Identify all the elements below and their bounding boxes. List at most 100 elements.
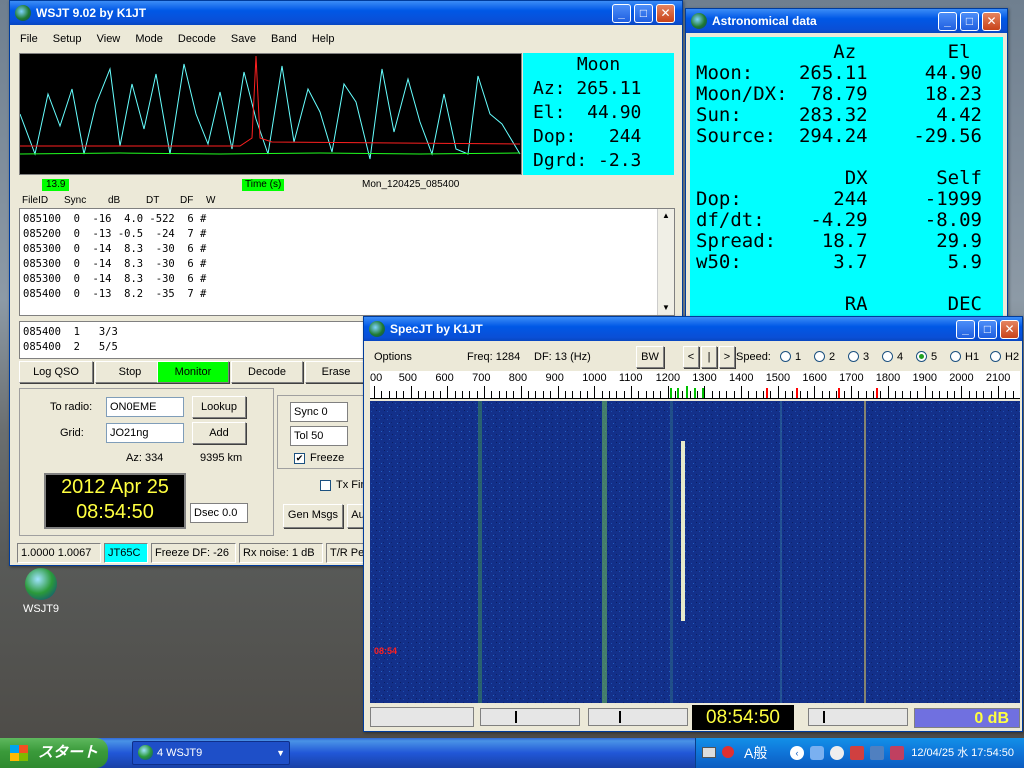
close-button[interactable]: ✕ — [1000, 320, 1019, 339]
menu-setup[interactable]: Setup — [53, 33, 82, 45]
menu-band[interactable]: Band — [271, 33, 297, 45]
scroll-up-icon[interactable]: ▲ — [658, 209, 674, 223]
start-button[interactable]: スタート — [0, 738, 108, 768]
status-rx-noise: Rx noise: 1 dB — [239, 543, 323, 563]
scale-tick — [374, 386, 375, 398]
status-ratio: 1.0000 1.0067 — [17, 543, 101, 563]
slider-thumb[interactable] — [823, 711, 825, 723]
add-button[interactable]: Add — [192, 422, 246, 444]
scale-tick — [917, 391, 919, 398]
menu-save[interactable]: Save — [231, 33, 256, 45]
scale-tick — [520, 386, 522, 398]
log-qso-button[interactable]: Log QSO — [19, 361, 93, 383]
scale-marker — [677, 388, 679, 398]
nav-left-button[interactable]: < — [683, 346, 699, 368]
menu-file[interactable]: File — [20, 33, 38, 45]
erase-button[interactable]: Erase — [305, 361, 367, 383]
scale-tick — [396, 391, 398, 398]
scale-tick — [696, 391, 698, 398]
scale-tick — [572, 391, 574, 398]
waterfall-display[interactable]: 08:54 — [370, 401, 1020, 703]
scale-tick — [454, 391, 456, 398]
scale-tick — [895, 391, 897, 398]
slider-thumb[interactable] — [515, 711, 517, 723]
close-button[interactable]: ✕ — [656, 4, 675, 23]
freeze-checkbox[interactable]: ✔ — [294, 453, 305, 464]
maximize-button[interactable]: □ — [978, 320, 997, 339]
minimize-button[interactable]: _ — [956, 320, 975, 339]
speed-radio-h1[interactable] — [950, 351, 961, 362]
scale-tick — [674, 391, 676, 398]
speed-radio-4[interactable] — [882, 351, 893, 362]
ime-icon[interactable] — [722, 746, 734, 758]
menu-view[interactable]: View — [97, 33, 121, 45]
spec-slider-2[interactable] — [588, 708, 688, 726]
scale-label: 800 — [508, 372, 528, 384]
minimize-button[interactable]: _ — [938, 12, 957, 31]
decode-row: 085300 0 -14 8.3 -30 6 # — [23, 273, 207, 285]
waterfall-time-marker: 08:54 — [374, 646, 398, 656]
taskbar-task-wsjt9[interactable]: 4 WSJT9 ▼ — [132, 741, 290, 765]
scale-tick — [953, 391, 955, 398]
scale-tick — [704, 386, 706, 398]
desktop-icon-wsjt9[interactable]: WSJT9 — [18, 568, 64, 618]
astro-titlebar[interactable]: Astronomical data — [686, 9, 1007, 33]
main-titlebar[interactable]: WSJT 9.02 by K1JT — [10, 1, 682, 25]
network-icon[interactable] — [810, 746, 824, 760]
to-radio-input[interactable] — [106, 397, 184, 417]
speed-radio-h2[interactable] — [990, 351, 1001, 362]
decode-button[interactable]: Decode — [231, 361, 303, 383]
scale-tick — [909, 391, 911, 398]
menu-decode[interactable]: Decode — [178, 33, 216, 45]
txfirst-checkbox[interactable] — [320, 480, 331, 491]
ime-text[interactable]: A般 — [744, 738, 767, 768]
speed-radio-5[interactable] — [916, 351, 927, 362]
scale-label: 00 — [370, 372, 383, 384]
tray-expand-icon[interactable]: ‹ — [790, 746, 804, 760]
scale-tick — [785, 391, 787, 398]
tol-field[interactable]: Tol 50 — [290, 426, 348, 446]
spec-titlebar[interactable]: SpecJT by K1JT — [364, 317, 1022, 341]
decode-textbox[interactable]: 085100 0 -16 4.0 -522 6 # 085200 0 -13 -… — [19, 208, 675, 316]
signal-plot[interactable] — [19, 53, 522, 175]
bw-button[interactable]: BW — [636, 346, 664, 368]
speed-radio-3[interactable] — [848, 351, 859, 362]
monitor-button[interactable]: Monitor — [157, 361, 229, 383]
scale-label: 2000 — [949, 372, 974, 384]
dsec-field[interactable]: Dsec 0.0 — [190, 503, 248, 523]
minimize-button[interactable]: _ — [612, 4, 631, 23]
menu-help[interactable]: Help — [312, 33, 335, 45]
close-button[interactable]: ✕ — [982, 12, 1001, 31]
scroll-down-icon[interactable]: ▼ — [658, 301, 674, 315]
sync-field[interactable]: Sync 0 — [290, 402, 348, 422]
slider-thumb[interactable] — [619, 711, 621, 723]
nav-right-button[interactable]: > — [719, 346, 735, 368]
nav-center-button[interactable]: | — [701, 346, 717, 368]
stop-button[interactable]: Stop — [95, 361, 165, 383]
frequency-scale[interactable]: 00 500 600 700 800 900 1000 1100 1200 1300 1400 150… — [370, 371, 1020, 399]
speed-radio-2[interactable] — [814, 351, 825, 362]
scale-tick — [887, 386, 889, 398]
keyboard-icon[interactable] — [702, 747, 716, 758]
security-icon[interactable] — [850, 746, 864, 760]
maximize-button[interactable]: □ — [634, 4, 653, 23]
chat-icon[interactable] — [830, 746, 844, 760]
scale-tick — [770, 391, 772, 398]
speaker-icon[interactable] — [890, 746, 904, 760]
spec-slider-3[interactable] — [808, 708, 908, 726]
spec-options-menu[interactable]: Options — [374, 351, 412, 363]
scale-tick — [388, 391, 390, 398]
speed-radio-1[interactable] — [780, 351, 791, 362]
gen-msgs-button[interactable]: Gen Msgs — [283, 504, 343, 528]
scale-label: 1700 — [839, 372, 864, 384]
grid-input[interactable] — [106, 423, 184, 443]
spec-slider-1[interactable] — [480, 708, 580, 726]
astro-row: df/dt: -4.29 -8.09 — [696, 209, 982, 231]
maximize-button[interactable]: □ — [960, 12, 979, 31]
menu-mode[interactable]: Mode — [135, 33, 163, 45]
decode-scrollbar[interactable]: ▲ ▼ — [657, 209, 674, 315]
monitor-icon[interactable] — [870, 746, 884, 760]
lookup-button[interactable]: Lookup — [192, 396, 246, 418]
scale-tick — [858, 391, 860, 398]
scale-tick — [961, 386, 963, 398]
